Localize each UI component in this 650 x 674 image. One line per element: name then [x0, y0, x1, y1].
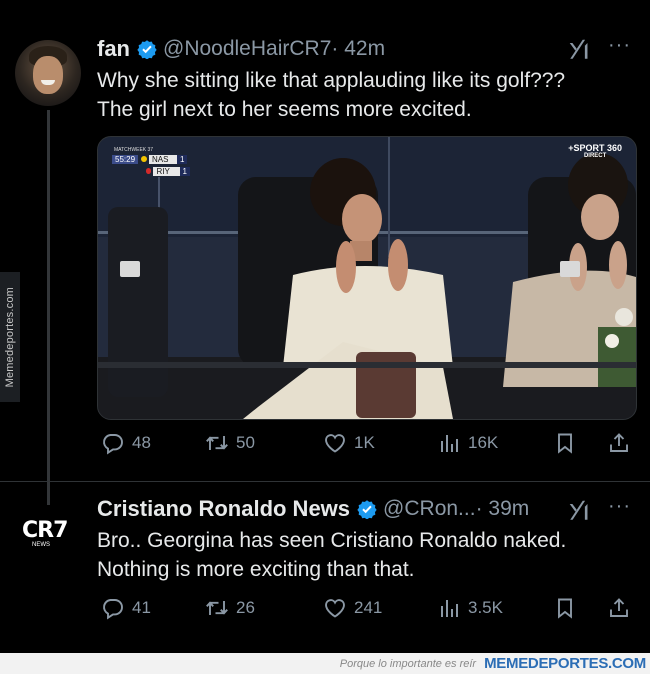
retweet-count: 26	[236, 598, 255, 617]
bookmark-icon	[558, 433, 572, 454]
footer-watermark: Porque lo importante es reír MEMEDEPORTE…	[0, 653, 650, 674]
tweet-text-line: The girl next to her seems more excited.	[97, 98, 472, 121]
footer-site[interactable]: MEMEDEPORTES.COM	[484, 655, 646, 672]
verified-badge-icon	[357, 500, 377, 519]
tweet-media-image[interactable]: MATCHWEEK 37 55:29 NAS 1 RIY 1 +SPORT 36…	[97, 136, 637, 420]
avatar-cr7-news[interactable]: CR7 NEWS	[22, 518, 78, 552]
display-name[interactable]: Cristiano Ronaldo News	[97, 496, 350, 522]
like-icon	[325, 434, 345, 453]
tweet-1-actions: 48 50 1K 16K	[97, 431, 637, 459]
tweet-1-header: fan @NoodleHairCR7 · 42m	[97, 36, 385, 62]
reply-button[interactable]: 48	[101, 431, 151, 455]
tweet-text-line: Nothing is more exciting than that.	[97, 558, 415, 581]
views-icon	[441, 600, 458, 617]
retweet-button[interactable]: 26	[205, 596, 255, 620]
avatar-fan[interactable]	[15, 40, 81, 106]
broadcaster-brand: +SPORT 360	[568, 143, 622, 153]
retweet-icon	[206, 601, 228, 615]
grok-icon[interactable]	[567, 36, 593, 62]
away-team: RIY	[153, 166, 180, 176]
thread-connector-line	[47, 110, 50, 505]
footer-tagline: Porque lo importante es reír	[339, 657, 477, 670]
bookmark-icon	[558, 598, 572, 619]
scoreboard-away-row: RIY 1	[146, 165, 190, 177]
away-score: 1	[179, 166, 190, 176]
like-icon	[325, 599, 345, 618]
retweet-icon	[206, 436, 228, 450]
bookmark-button[interactable]	[553, 596, 584, 620]
views-button[interactable]: 3.5K	[437, 596, 503, 620]
timestamp[interactable]: · 39m	[476, 497, 530, 521]
tweet-2-header: Cristiano Ronaldo News @CRon... · 39m	[97, 496, 529, 522]
broadcaster-logo: +SPORT 360 DIRECT	[568, 143, 622, 159]
side-watermark: Memedeportes.com	[0, 272, 20, 402]
side-watermark-text: Memedeportes.com	[4, 286, 16, 388]
like-count: 1K	[354, 433, 375, 452]
share-icon	[610, 433, 628, 452]
tweet-text-line: Bro.. Georgina has seen Cristiano Ronald…	[97, 529, 567, 552]
tweet-1-text: Why she sitting like that applauding lik…	[97, 66, 565, 124]
handle[interactable]: @CRon...	[383, 497, 476, 521]
match-clock: 55:29	[112, 154, 139, 164]
display-name[interactable]: fan	[97, 36, 130, 62]
grok-icon[interactable]	[567, 497, 593, 523]
home-crest-icon	[141, 156, 148, 162]
away-crest-icon	[146, 168, 152, 174]
like-button[interactable]: 241	[323, 596, 382, 620]
views-icon	[441, 435, 458, 452]
avatar-logo-subtext: NEWS	[32, 542, 50, 548]
avatar-logo-text: CR7	[22, 518, 68, 543]
retweet-button[interactable]: 50	[205, 431, 255, 455]
share-button[interactable]	[607, 596, 638, 620]
verified-badge-icon	[137, 40, 157, 59]
broadcaster-status: DIRECT	[583, 153, 607, 159]
reply-icon	[103, 434, 123, 455]
scoreboard: MATCHWEEK 37 55:29 NAS 1 RIY 1	[112, 147, 190, 187]
share-icon	[610, 598, 628, 617]
tweet-text-line: Why she sitting like that applauding lik…	[97, 69, 566, 92]
home-score: 1	[177, 154, 188, 164]
views-count: 3.5K	[468, 598, 503, 617]
more-icon[interactable]: ···	[608, 495, 631, 518]
reply-count: 41	[132, 598, 151, 617]
reply-icon	[103, 599, 123, 620]
tweet-2-actions: 41 26 241 3.5K	[97, 596, 637, 624]
handle[interactable]: @NoodleHairCR7	[163, 37, 331, 61]
scoreboard-home-row: 55:29 NAS 1	[112, 153, 190, 165]
bookmark-button[interactable]	[553, 431, 584, 455]
timestamp[interactable]: · 42m	[331, 37, 385, 61]
views-button[interactable]: 16K	[437, 431, 498, 455]
reply-count: 48	[132, 433, 151, 452]
retweet-count: 50	[236, 433, 255, 452]
views-count: 16K	[468, 433, 499, 452]
share-button[interactable]	[607, 431, 638, 455]
tweet-2-text: Bro.. Georgina has seen Cristiano Ronald…	[97, 526, 566, 584]
more-icon[interactable]: ···	[608, 34, 631, 57]
reply-button[interactable]: 41	[101, 596, 151, 620]
like-button[interactable]: 1K	[323, 431, 375, 455]
home-team: NAS	[149, 154, 178, 164]
like-count: 241	[354, 598, 383, 617]
tweet-divider	[0, 481, 650, 482]
